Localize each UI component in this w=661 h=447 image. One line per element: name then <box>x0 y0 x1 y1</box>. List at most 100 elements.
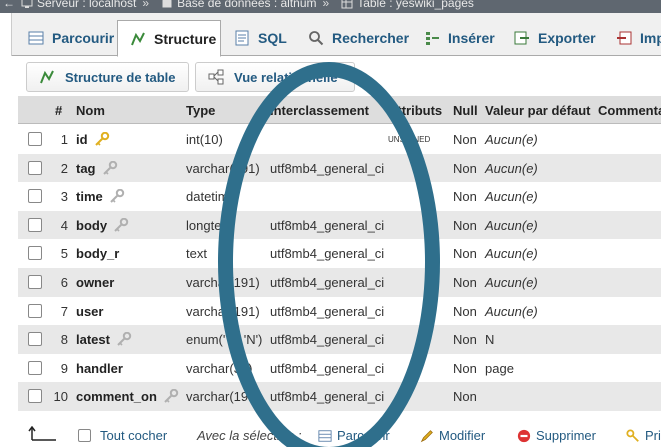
column-collation: utf8mb4_general_ci <box>270 360 385 376</box>
browse-selected-button[interactable]: Parcourir <box>318 428 390 443</box>
primary-selected-button[interactable]: Pri <box>626 428 661 443</box>
column-collation: utf8mb4_general_ci <box>270 332 385 348</box>
row-checkbox[interactable] <box>28 189 42 204</box>
tab-search[interactable]: Rechercher <box>296 20 409 56</box>
row-checkbox[interactable] <box>28 132 42 146</box>
breadcrumb-database[interactable]: Base de données : altnum <box>177 0 316 10</box>
column-type: datetime <box>186 189 236 205</box>
column-null: Non <box>453 389 477 405</box>
browse-selected-label: Parcourir <box>337 428 390 443</box>
column-name[interactable]: body <box>76 217 129 233</box>
with-selection-label: Avec la sélection : <box>197 428 302 443</box>
row-checkbox[interactable] <box>28 303 42 318</box>
check-all[interactable]: Tout cocher <box>78 428 167 443</box>
row-number: 4 <box>60 217 68 233</box>
col-collation[interactable]: Interclassement <box>270 103 369 118</box>
column-collation: utf8mb4_general_ci <box>270 303 385 319</box>
check-all-label[interactable]: Tout cocher <box>100 428 167 443</box>
table-row: 9 handler varchar(30) utf8mb4_general_ci Non… <box>18 353 661 383</box>
table-footer: Tout cocher Avec la sélection : Parcouri… <box>0 422 661 447</box>
row-number: 7 <box>60 303 68 319</box>
column-null: Non <box>453 160 477 176</box>
column-name[interactable]: latest <box>76 332 132 347</box>
tab-label: Insérer <box>448 30 495 46</box>
index-key-icon <box>110 189 124 203</box>
left-gutter <box>0 96 18 408</box>
row-number: 5 <box>60 246 68 262</box>
edit-icon <box>420 429 433 442</box>
row-checkbox[interactable] <box>28 160 42 175</box>
column-collation: utf8mb4_general_ci <box>270 389 385 405</box>
column-name[interactable]: owner <box>76 275 114 290</box>
col-type[interactable]: Type <box>186 103 215 118</box>
column-name[interactable]: handler <box>76 361 123 376</box>
column-null: Non <box>453 275 477 290</box>
structure-icon <box>131 32 145 45</box>
col-attributes[interactable]: Attributs <box>388 103 442 118</box>
delete-selected-label: Supprimer <box>536 428 596 443</box>
breadcrumb-table[interactable]: Table : yeswiki_pages <box>357 0 474 10</box>
edit-selected-button[interactable]: Modifier <box>420 428 485 443</box>
col-name[interactable]: Nom <box>76 103 105 118</box>
table-row: 5 body_r text utf8mb4_general_ci Non Aucun(e) <box>18 239 661 268</box>
browse-icon <box>318 429 332 442</box>
tab-sql[interactable]: SQL <box>222 20 292 56</box>
row-checkbox[interactable] <box>28 275 42 289</box>
row-checkbox[interactable] <box>28 217 42 232</box>
column-name[interactable]: tag <box>76 160 118 176</box>
breadcrumb: ← Serveur : localhost » Base de données … <box>0 0 661 13</box>
row-checkbox[interactable] <box>28 389 42 404</box>
server-icon <box>21 0 33 8</box>
row-number: 3 <box>60 189 68 205</box>
table-row: 3 time datetime Non Aucun(e) <box>18 182 661 211</box>
tab-import[interactable]: Imp <box>604 20 661 56</box>
row-checkbox[interactable] <box>28 246 42 261</box>
database-icon <box>162 0 172 8</box>
column-name[interactable]: body_r <box>76 246 119 261</box>
tab-browse[interactable]: Parcourir <box>16 20 116 56</box>
breadcrumb-server[interactable]: Serveur : localhost <box>37 0 136 10</box>
column-name[interactable]: comment_on <box>76 389 179 404</box>
row-checkbox[interactable] <box>28 332 42 347</box>
tab-bar: Parcourir Structure SQL Rechercher Insér… <box>0 13 661 57</box>
tab-insert[interactable]: Insérer <box>412 20 504 56</box>
tab-export[interactable]: Exporter <box>502 20 602 56</box>
col-hash: # <box>55 103 63 118</box>
column-collation: utf8mb4_general_ci <box>270 217 385 233</box>
check-all-checkbox[interactable] <box>78 429 91 442</box>
row-number: 1 <box>60 132 68 147</box>
tab-structure[interactable]: Structure <box>117 20 221 57</box>
import-icon <box>617 31 632 45</box>
col-default[interactable]: Valeur par défaut <box>485 103 590 118</box>
table-row: 2 tag varchar(191) utf8mb4_general_ci Non Auc… <box>18 153 661 183</box>
table-row: 10 comment_on varchar(191) utf8mb4_general_… <box>18 382 661 411</box>
tab-label: Imp <box>640 30 661 46</box>
column-null: Non <box>453 189 477 205</box>
back-arrow-icon[interactable]: ← <box>3 0 15 10</box>
delete-selected-button[interactable]: Supprimer <box>517 428 596 443</box>
tab-label: SQL <box>258 30 287 46</box>
column-default: Aucun(e) <box>485 132 538 147</box>
table-structure-button[interactable]: Structure de table <box>26 62 189 92</box>
insert-icon <box>426 32 439 45</box>
table-row: 1 id int(10) UNSIGNED Non Aucun(e) <box>18 125 661 154</box>
index-key-icon <box>102 160 117 175</box>
index-key-icon <box>164 389 179 404</box>
column-name[interactable]: time <box>76 189 125 204</box>
column-name[interactable]: id <box>76 132 110 147</box>
column-name[interactable]: user <box>76 304 103 319</box>
column-default: Aucun(e) <box>485 189 538 205</box>
col-null[interactable]: Null <box>453 103 478 118</box>
with-selection-text: Avec la sélection : <box>197 428 302 443</box>
relation-view-button[interactable]: Vue relationnelle <box>195 62 355 92</box>
table-icon <box>341 0 353 9</box>
row-checkbox[interactable] <box>28 360 42 375</box>
column-default: Aucun(e) <box>485 217 538 233</box>
index-key-icon <box>117 332 132 346</box>
column-default: Aucun(e) <box>485 160 538 176</box>
col-comments[interactable]: Commentaires <box>598 103 661 118</box>
delete-icon <box>517 429 531 442</box>
browse-icon <box>28 31 44 45</box>
table-row: 6 owner varchar(191) utf8mb4_general_ci Non A… <box>18 268 661 297</box>
column-type: longtext <box>186 217 232 233</box>
